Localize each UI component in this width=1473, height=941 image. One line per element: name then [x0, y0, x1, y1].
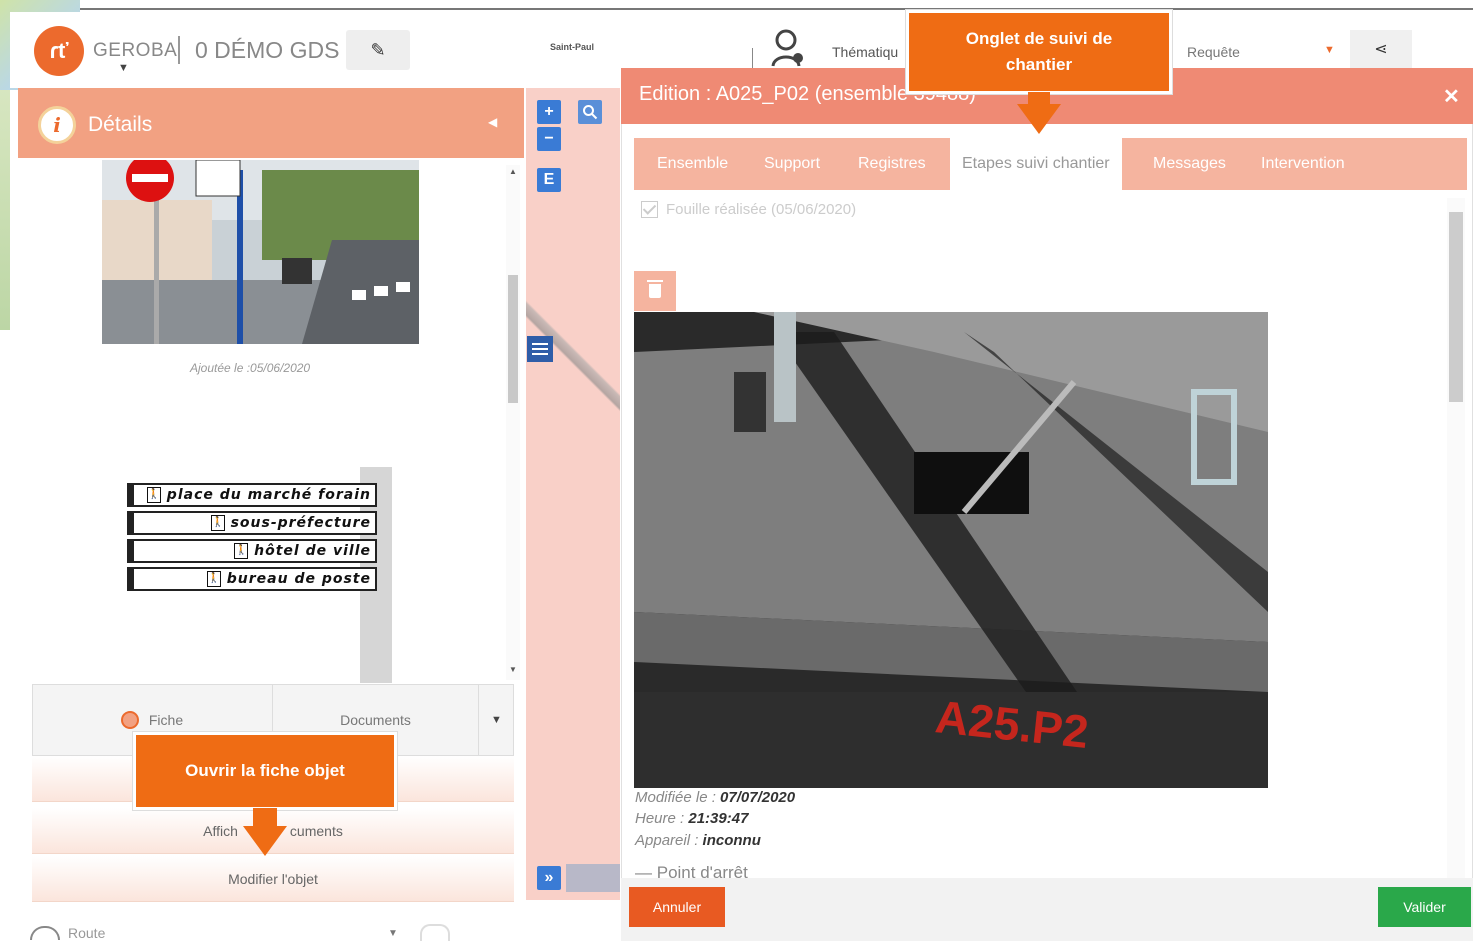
sign-text: hôtel de ville — [254, 543, 371, 559]
project-name: 0 DÉMO GDS — [195, 37, 340, 63]
thematic-menu[interactable]: Thématiqu — [832, 44, 898, 60]
thematic-user-icon[interactable] — [770, 28, 806, 68]
scrollbar-thumb[interactable] — [1449, 212, 1463, 402]
tab-registres[interactable]: Registres — [858, 138, 926, 190]
pedestrian-icon: 🚶 — [146, 487, 161, 503]
direction-sign: 🚶 place du marché forain — [127, 483, 377, 507]
pedestrian-icon: 🚶 — [206, 571, 221, 587]
brand-name[interactable]: GEROBA — [93, 40, 177, 62]
open-object-callout: Ouvrir la fiche objet — [133, 732, 397, 810]
site-photo[interactable]: A25.P2 — [634, 312, 1268, 788]
scrollbar-thumb[interactable] — [508, 275, 518, 403]
callout-arrow-icon — [243, 826, 287, 856]
tab-messages[interactable]: Messages — [1153, 138, 1226, 190]
query-menu[interactable]: Requête — [1187, 44, 1240, 60]
caret-down-icon[interactable]: ▼ — [1324, 44, 1335, 56]
map-search-button[interactable] — [578, 100, 602, 124]
pencil-icon: ✎ — [370, 39, 386, 60]
trash-icon — [647, 280, 663, 298]
object-photo[interactable] — [102, 160, 419, 344]
direction-sign: 🚶 hôtel de ville — [127, 539, 377, 563]
header-divider — [178, 36, 180, 64]
zoom-in-button[interactable]: + — [537, 100, 561, 124]
meta-label: Appareil : — [635, 832, 699, 849]
callout-arrow-icon — [1017, 104, 1061, 134]
layer-badge-icon — [420, 924, 450, 941]
meta-device: Appareil : inconnu — [635, 832, 761, 849]
tab-intervention[interactable]: Intervention — [1261, 138, 1345, 190]
photo-caption: Ajoutée le :05/06/2020 — [190, 361, 311, 375]
scroll-up-icon[interactable]: ▲ — [509, 167, 517, 176]
dropdown-toggle[interactable]: ▼ — [478, 684, 514, 756]
collapse-panel-icon[interactable]: ◀ — [488, 115, 497, 129]
share-button[interactable]: ⋖ — [1350, 30, 1412, 68]
meta-label: Modifiée le : — [635, 789, 716, 806]
search-icon — [583, 105, 598, 120]
scroll-down-icon[interactable]: ▼ — [509, 665, 517, 674]
sign-text: bureau de poste — [226, 571, 371, 587]
details-title: Détails — [88, 113, 153, 136]
tab-callout: Onglet de suivi de chantier — [906, 10, 1172, 94]
municipality-logo: Saint-Paul — [550, 42, 595, 52]
tab-support[interactable]: Support — [764, 138, 820, 190]
chevron-down-icon[interactable]: ▼ — [118, 62, 129, 74]
excavation-done-checkbox[interactable]: Fouille réalisée (05/06/2020) — [641, 201, 856, 218]
layers-menu-icon[interactable] — [527, 336, 553, 362]
map-area[interactable] — [526, 88, 620, 900]
map-background-edge[interactable] — [0, 90, 10, 330]
meta-label: Heure : — [635, 810, 685, 827]
road-icon — [30, 926, 60, 940]
pedestrian-icon: 🚶 — [210, 515, 225, 531]
meta-value: 21:39:47 — [688, 810, 749, 827]
caret-down-icon: ▼ — [491, 714, 502, 726]
meta-modified: Modifiée le : 07/07/2020 — [635, 789, 795, 806]
edit-mode-button[interactable]: E — [537, 168, 561, 192]
header-divider — [752, 48, 753, 70]
app-logo: ɾť — [34, 26, 84, 76]
direction-sign-image[interactable]: 🚶 place du marché forain 🚶 sous-préfecture… — [127, 483, 377, 595]
top-border — [80, 8, 1473, 10]
dialog-scrollbar[interactable] — [1447, 198, 1465, 878]
caret-down-icon[interactable]: ▼ — [388, 928, 398, 939]
cancel-button[interactable]: Annuler — [629, 887, 725, 927]
menu-item-label: cuments — [289, 822, 343, 839]
share-icon: ⋖ — [1374, 41, 1388, 58]
sign-text: sous-préfecture — [230, 515, 371, 531]
meta-value: inconnu — [702, 832, 761, 849]
tab-etapes-suivi-chantier[interactable]: Etapes suivi chantier — [950, 138, 1122, 190]
sign-text: place du marché forain — [166, 487, 371, 503]
close-icon[interactable]: ✕ — [1443, 84, 1460, 109]
edit-project-button[interactable]: ✎ — [346, 30, 410, 70]
checkbox-icon[interactable] — [641, 201, 658, 218]
direction-sign: 🚶 bureau de poste — [127, 567, 377, 591]
zoom-out-button[interactable]: − — [537, 127, 561, 151]
info-icon: i — [38, 106, 76, 144]
fiche-label: Fiche — [148, 712, 184, 728]
meta-value: 07/07/2020 — [720, 789, 796, 806]
fiche-icon — [120, 711, 139, 729]
menu-item-label: Affich — [203, 822, 238, 839]
expand-panel-button[interactable]: » — [537, 866, 561, 890]
dialog-footer — [621, 878, 1473, 941]
menu-item-modify-object[interactable]: Modifier l'objet — [32, 856, 514, 902]
delete-photo-button[interactable] — [634, 271, 676, 311]
map-scale-bar — [566, 864, 620, 892]
details-scrollbar[interactable]: ▲ ▼ — [506, 165, 520, 680]
checkbox-label: Fouille réalisée (05/06/2020) — [666, 201, 857, 218]
pedestrian-icon: 🚶 — [234, 543, 249, 559]
direction-sign: 🚶 sous-préfecture — [127, 511, 377, 535]
tab-ensemble[interactable]: Ensemble — [657, 138, 728, 190]
validate-button[interactable]: Valider — [1378, 887, 1471, 927]
meta-time: Heure : 21:39:47 — [635, 810, 748, 827]
layer-route-label[interactable]: Route — [68, 925, 105, 941]
